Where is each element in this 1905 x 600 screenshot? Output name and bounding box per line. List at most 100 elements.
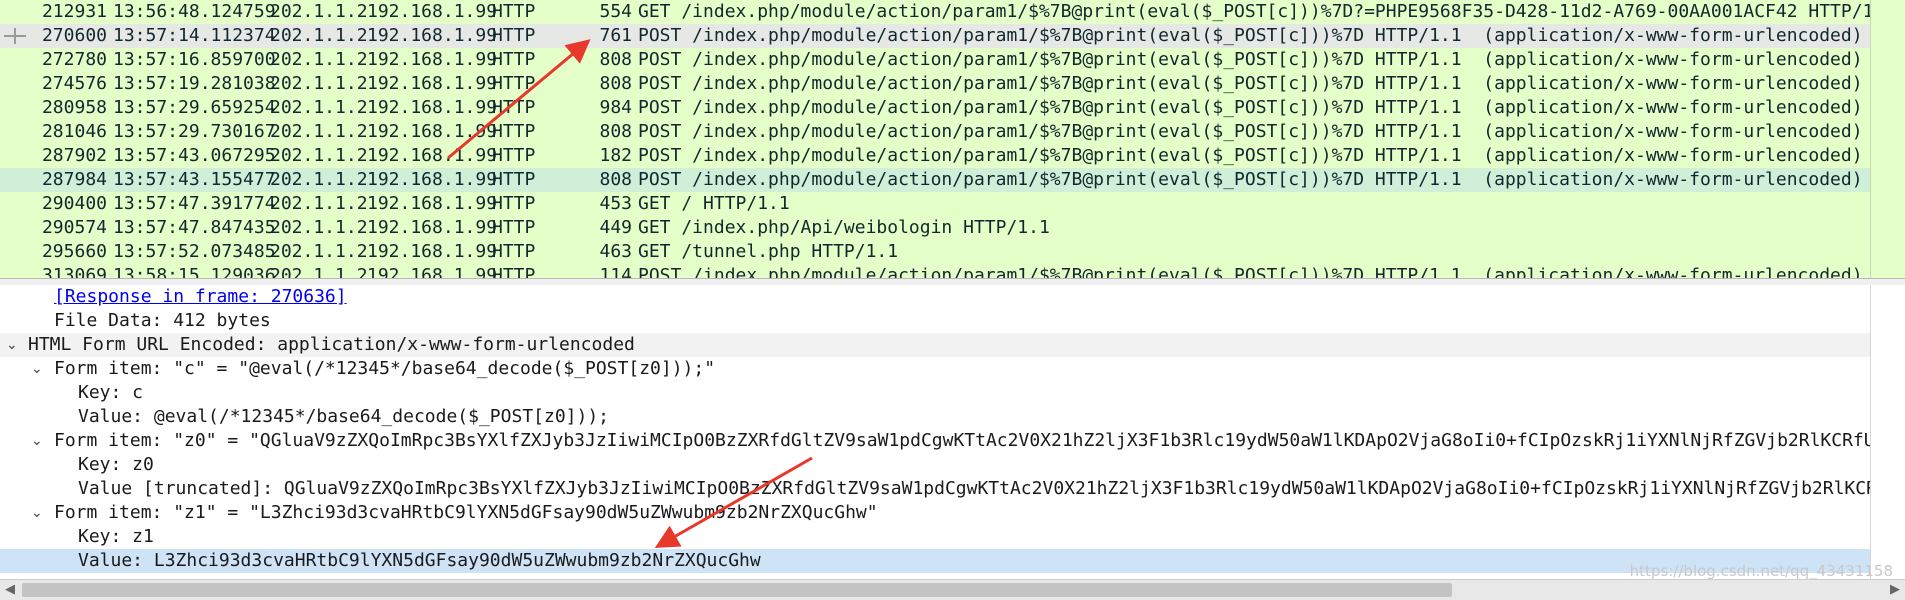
tree-row-key-z0[interactable]: Key: z0 xyxy=(0,453,1905,477)
packet-source: 202.1.1.2 xyxy=(270,25,368,46)
horizontal-scrollbar[interactable]: ◀ ▶ xyxy=(0,579,1905,600)
packet-number: 287984 xyxy=(41,169,107,190)
packet-length: 808 xyxy=(599,121,632,142)
packet-info: GET / HTTP/1.1 xyxy=(638,193,790,214)
packet-length: 182 xyxy=(599,145,632,166)
packet-source: 202.1.1.2 xyxy=(270,217,368,238)
packet-length: 808 xyxy=(599,49,632,70)
packet-protocol: HTTP xyxy=(492,121,536,142)
tree-row-value-z0[interactable]: Value [truncated]: QGluaV9zZXQoImRpc3BsY… xyxy=(0,477,1905,501)
packet-number: 280958 xyxy=(41,97,107,118)
packet-row[interactable]: 290574 13:57:47.847435 202.1.1.2 192.168… xyxy=(0,216,1905,240)
html-form-label: HTML Form URL Encoded: application/x-www… xyxy=(28,334,635,355)
file-data-label: File Data: 412 bytes xyxy=(54,310,271,331)
packet-number: 290574 xyxy=(41,217,107,238)
packet-protocol: HTTP xyxy=(492,25,536,46)
packet-protocol: HTTP xyxy=(492,265,536,278)
packet-destination: 192.168.1.99 xyxy=(367,169,498,190)
packet-destination: 192.168.1.99 xyxy=(367,265,498,278)
packet-details-pane: [Response in frame: 270636] File Data: 4… xyxy=(0,285,1905,579)
tree-row-value-c[interactable]: Value: @eval(/*12345*/base64_decode($_PO… xyxy=(0,405,1905,429)
packet-length: 114 xyxy=(599,265,632,278)
packet-row[interactable]: 212931 13:56:48.124759 202.1.1.2 192.168… xyxy=(0,0,1905,24)
tree-row-html-form[interactable]: ⌄ HTML Form URL Encoded: application/x-w… xyxy=(0,333,1905,357)
chevron-down-icon[interactable]: ⌄ xyxy=(31,501,43,525)
packet-source: 202.1.1.2 xyxy=(270,193,368,214)
packet-length: 984 xyxy=(599,97,632,118)
packet-row[interactable]: 281046 13:57:29.730167 202.1.1.2 192.168… xyxy=(0,120,1905,144)
packet-row[interactable]: 313069 13:58:15.129036 202.1.1.2 192.168… xyxy=(0,264,1905,278)
packet-info: POST /index.php/module/action/param1/$%7… xyxy=(638,49,1863,70)
packet-list-scrollbar[interactable] xyxy=(1870,0,1905,278)
packet-source: 202.1.1.2 xyxy=(270,121,368,142)
form-item-c-value: Value: @eval(/*12345*/base64_decode($_PO… xyxy=(78,406,610,427)
packet-time: 13:57:29.730167 xyxy=(113,121,276,142)
packet-number: 290400 xyxy=(41,193,107,214)
packet-destination: 192.168.1.99 xyxy=(367,73,498,94)
packet-info: GET /tunnel.php HTTP/1.1 xyxy=(638,241,899,262)
packet-number: 313069 xyxy=(41,265,107,278)
packet-number: 272780 xyxy=(41,49,107,70)
packet-length: 761 xyxy=(599,25,632,46)
packet-time: 13:57:47.847435 xyxy=(113,217,276,238)
packet-source: 202.1.1.2 xyxy=(270,265,368,278)
packet-info: POST /index.php/module/action/param1/$%7… xyxy=(638,73,1863,94)
packet-row[interactable]: 295660 13:57:52.073485 202.1.1.2 192.168… xyxy=(0,240,1905,264)
chevron-down-icon[interactable]: ⌄ xyxy=(31,429,43,453)
packet-time: 13:57:16.859700 xyxy=(113,49,276,70)
packet-row[interactable]: 280958 13:57:29.659254 202.1.1.2 192.168… xyxy=(0,96,1905,120)
packet-time: 13:57:52.073485 xyxy=(113,241,276,262)
chevron-right-icon[interactable]: ▶ xyxy=(1885,581,1905,599)
packet-source: 202.1.1.2 xyxy=(270,73,368,94)
packet-row[interactable]: 274576 13:57:19.281038 202.1.1.2 192.168… xyxy=(0,72,1905,96)
tree-row-key-c[interactable]: Key: c xyxy=(0,381,1905,405)
packet-number: 295660 xyxy=(41,241,107,262)
packet-protocol: HTTP xyxy=(492,97,536,118)
form-item-z1-key: Key: z1 xyxy=(78,526,154,547)
packet-protocol: HTTP xyxy=(492,1,536,22)
scrollbar-thumb[interactable] xyxy=(22,583,1452,597)
packet-info: POST /index.php/module/action/param1/$%7… xyxy=(638,265,1863,278)
packet-info: GET /index.php/module/action/param1/$%7B… xyxy=(638,1,1896,22)
packet-time: 13:57:43.067295 xyxy=(113,145,276,166)
tree-row-form-item-c[interactable]: ⌄ Form item: "c" = "@eval(/*12345*/base6… xyxy=(0,357,1905,381)
packet-row[interactable]: 287902 13:57:43.067295 202.1.1.2 192.168… xyxy=(0,144,1905,168)
form-item-z1-value: Value: L3Zhci93d3cvaHRtbC9lYXN5dGFsay90d… xyxy=(78,550,761,571)
packet-length: 453 xyxy=(599,193,632,214)
tree-row-file-data[interactable]: File Data: 412 bytes xyxy=(0,309,1905,333)
packet-row-selected[interactable]: 270600 13:57:14.112374 202.1.1.2 192.168… xyxy=(0,24,1905,48)
form-item-z0-key: Key: z0 xyxy=(78,454,154,475)
chevron-down-icon[interactable]: ⌄ xyxy=(31,357,43,381)
packet-destination: 192.168.1.99 xyxy=(367,241,498,262)
chevron-left-icon[interactable]: ◀ xyxy=(0,581,20,599)
tree-row-key-z1[interactable]: Key: z1 xyxy=(0,525,1905,549)
packet-info: POST /index.php/module/action/param1/$%7… xyxy=(638,25,1863,46)
tree-row-form-item-z1[interactable]: ⌄ Form item: "z1" = "L3Zhci93d3cvaHRtbC9… xyxy=(0,501,1905,525)
packet-number: 274576 xyxy=(41,73,107,94)
packet-number: 287902 xyxy=(41,145,107,166)
packet-source: 202.1.1.2 xyxy=(270,169,368,190)
tree-row-form-item-z0[interactable]: ⌄ Form item: "z0" = "QGluaV9zZXQoImRpc3B… xyxy=(0,429,1905,453)
tree-row-value-z1-selected[interactable]: Value: L3Zhci93d3cvaHRtbC9lYXN5dGFsay90d… xyxy=(0,549,1905,573)
packet-time: 13:57:47.391774 xyxy=(113,193,276,214)
packet-number: 270600 xyxy=(41,25,107,46)
packet-time: 13:57:19.281038 xyxy=(113,73,276,94)
packet-source: 202.1.1.2 xyxy=(270,241,368,262)
packet-destination: 192.168.1.99 xyxy=(367,217,498,238)
packet-time: 13:56:48.124759 xyxy=(113,1,276,22)
packet-row[interactable]: 272780 13:57:16.859700 202.1.1.2 192.168… xyxy=(0,48,1905,72)
form-item-z0-label: Form item: "z0" = "QGluaV9zZXQoImRpc3BsY… xyxy=(54,430,1905,451)
packet-info: POST /index.php/module/action/param1/$%7… xyxy=(638,169,1863,190)
packet-row[interactable]: 290400 13:57:47.391774 202.1.1.2 192.168… xyxy=(0,192,1905,216)
details-scrollbar[interactable] xyxy=(1870,285,1905,579)
chevron-down-icon[interactable]: ⌄ xyxy=(6,333,18,357)
tree-row-response-link[interactable]: [Response in frame: 270636] xyxy=(0,285,1905,309)
packet-row-related[interactable]: 287984 13:57:43.155477 202.1.1.2 192.168… xyxy=(0,168,1905,192)
packet-time: 13:57:29.659254 xyxy=(113,97,276,118)
packet-length: 808 xyxy=(599,73,632,94)
packet-protocol: HTTP xyxy=(492,169,536,190)
packet-source: 202.1.1.2 xyxy=(270,97,368,118)
packet-time: 13:57:43.155477 xyxy=(113,169,276,190)
response-frame-link[interactable]: [Response in frame: 270636] xyxy=(54,285,347,309)
packet-list: 212931 13:56:48.124759 202.1.1.2 192.168… xyxy=(0,0,1905,278)
